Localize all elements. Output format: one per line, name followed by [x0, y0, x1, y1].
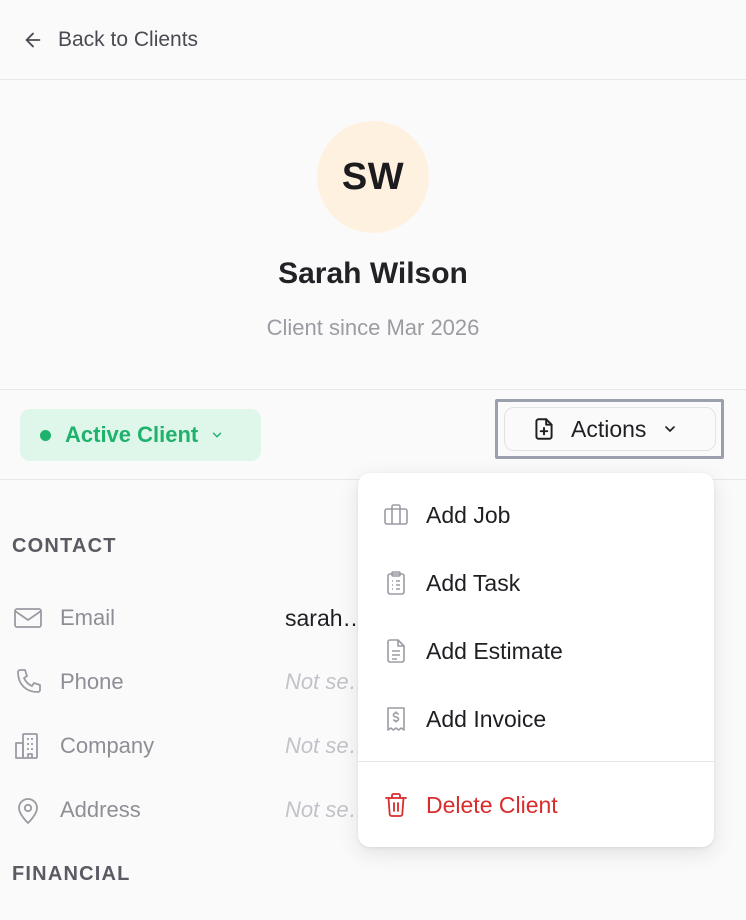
- document-icon: [387, 639, 405, 663]
- invoice-dollar-icon: [387, 707, 405, 731]
- menu-item-label: Add Estimate: [426, 637, 563, 664]
- address-label: Address: [60, 797, 141, 822]
- status-dropdown[interactable]: Active Client: [20, 409, 261, 461]
- building-icon: [15, 733, 38, 759]
- status-label: Active Client: [65, 422, 199, 447]
- menu-item-label: Delete Client: [426, 791, 558, 818]
- clipboard-list-icon: [387, 571, 405, 595]
- client-name: Sarah Wilson: [278, 257, 468, 290]
- trash-icon: [385, 793, 407, 817]
- menu-item-label: Add Invoice: [426, 705, 547, 732]
- contact-row-address: Address Not se…: [12, 792, 372, 828]
- actions-button[interactable]: Actions: [504, 407, 716, 451]
- menu-item-add-estimate[interactable]: Add Estimate: [358, 625, 714, 677]
- company-label: Company: [60, 733, 155, 758]
- company-value: Not se…: [285, 733, 365, 758]
- avatar: SW: [317, 121, 429, 233]
- menu-item-add-job[interactable]: Add Job: [358, 489, 714, 541]
- menu-item-add-invoice[interactable]: Add Invoice: [358, 693, 714, 745]
- menu-item-label: Add Job: [426, 501, 511, 528]
- menu-divider: [358, 761, 714, 762]
- arrow-left-icon: [25, 32, 41, 47]
- mail-icon: [14, 608, 42, 628]
- contact-row-phone: Phone Not se…: [12, 664, 372, 700]
- menu-item-add-task[interactable]: Add Task: [358, 557, 714, 609]
- back-link-label: Back to Clients: [58, 27, 199, 51]
- actions-label: Actions: [571, 415, 647, 442]
- contact-row-company: Company Not se…: [12, 728, 372, 764]
- status-dot-icon: [40, 429, 51, 441]
- status-bar: Active Client Actions: [0, 390, 746, 480]
- back-to-clients-link[interactable]: Back to Clients: [22, 28, 198, 52]
- client-since: Client since Mar 2026: [266, 315, 480, 340]
- menu-item-delete-client[interactable]: Delete Client: [358, 779, 714, 831]
- top-bar: Back to Clients: [0, 0, 746, 80]
- chevron-down-icon: [665, 426, 676, 432]
- actions-menu: Add Job Add Task Add Estimate Add Invoic…: [358, 473, 714, 847]
- phone-value: Not se…: [285, 669, 365, 694]
- phone-label: Phone: [60, 669, 124, 694]
- chevron-down-icon: [213, 432, 222, 438]
- profile-header: SW Sarah Wilson Client since Mar 2026: [0, 80, 746, 390]
- phone-icon: [17, 669, 41, 693]
- document-plus-icon: [535, 418, 553, 440]
- briefcase-icon: [384, 504, 408, 525]
- contact-section-title: CONTACT: [12, 535, 117, 557]
- address-value: Not se…: [285, 797, 365, 822]
- contact-row-email: Email sarah…: [12, 600, 372, 636]
- financial-section-title: FINANCIAL: [12, 863, 131, 885]
- email-value[interactable]: sarah…: [285, 605, 365, 632]
- map-pin-icon: [18, 798, 38, 824]
- email-label: Email: [60, 605, 116, 630]
- menu-item-label: Add Task: [426, 569, 521, 596]
